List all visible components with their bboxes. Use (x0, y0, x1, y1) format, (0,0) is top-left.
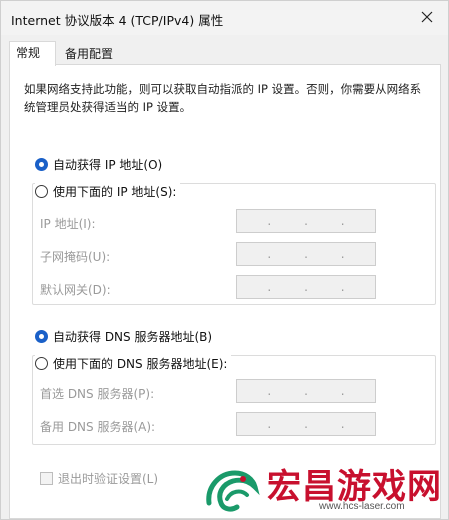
watermark: 宏昌游戏网 www.hcs-laser.com (197, 457, 447, 519)
window-title: Internet 协议版本 4 (TCP/IPv4) 属性 (11, 13, 224, 28)
tcpip-properties-dialog: Internet 协议版本 4 (TCP/IPv4) 属性 常规 备用配置 如果… (0, 0, 449, 520)
title-bar: Internet 协议版本 4 (TCP/IPv4) 属性 (1, 1, 448, 35)
preferred-dns-field[interactable]: ... (236, 379, 376, 403)
dns-manual-label: 使用下面的 DNS 服务器地址(E): (53, 356, 228, 371)
ip-address-field[interactable]: ... (236, 209, 376, 233)
description-text: 如果网络支持此功能，则可以获取自动指派的 IP 设置。否则，你需要从网络系统管理… (24, 82, 422, 114)
watermark-url: www.hcs-laser.com (319, 501, 405, 512)
default-gateway-label: 默认网关(D): (40, 283, 111, 297)
dns-manual-radio[interactable] (35, 356, 48, 370)
preferred-dns-label: 首选 DNS 服务器(P): (40, 387, 155, 401)
ip-address-label: IP 地址(I): (40, 217, 96, 231)
ip-manual-radio[interactable] (35, 184, 48, 198)
subnet-mask-field[interactable]: ... (236, 242, 376, 266)
dragon-logo-icon (206, 470, 260, 512)
dns-auto-option[interactable]: 自动获得 DNS 服务器地址(B) (35, 327, 212, 345)
ip-auto-label: 自动获得 IP 地址(O) (53, 157, 163, 172)
dns-auto-radio[interactable] (35, 329, 48, 343)
alternate-dns-field[interactable]: ... (236, 412, 376, 436)
general-panel: 如果网络支持此功能，则可以获取自动指派的 IP 设置。否则，你需要从网络系统管理… (9, 64, 441, 519)
tab-general[interactable]: 常规 (9, 41, 56, 66)
ip-manual-option[interactable]: 使用下面的 IP 地址(S): (35, 182, 181, 200)
close-icon (421, 11, 433, 23)
ip-auto-radio[interactable] (35, 157, 48, 171)
dns-auto-label: 自动获得 DNS 服务器地址(B) (53, 329, 213, 344)
default-gateway-field[interactable]: ... (236, 275, 376, 299)
validate-on-exit-checkbox[interactable] (40, 471, 53, 485)
close-button[interactable] (414, 5, 440, 29)
alternate-dns-label: 备用 DNS 服务器(A): (40, 420, 156, 434)
ip-auto-option[interactable]: 自动获得 IP 地址(O) (35, 155, 162, 173)
dns-manual-option[interactable]: 使用下面的 DNS 服务器地址(E): (35, 354, 232, 372)
ip-manual-label: 使用下面的 IP 地址(S): (53, 184, 177, 199)
validate-on-exit-label: 退出时验证设置(L) (58, 471, 159, 486)
validate-on-exit-option[interactable]: 退出时验证设置(L) (40, 470, 158, 486)
subnet-mask-label: 子网掩码(U): (40, 250, 111, 264)
